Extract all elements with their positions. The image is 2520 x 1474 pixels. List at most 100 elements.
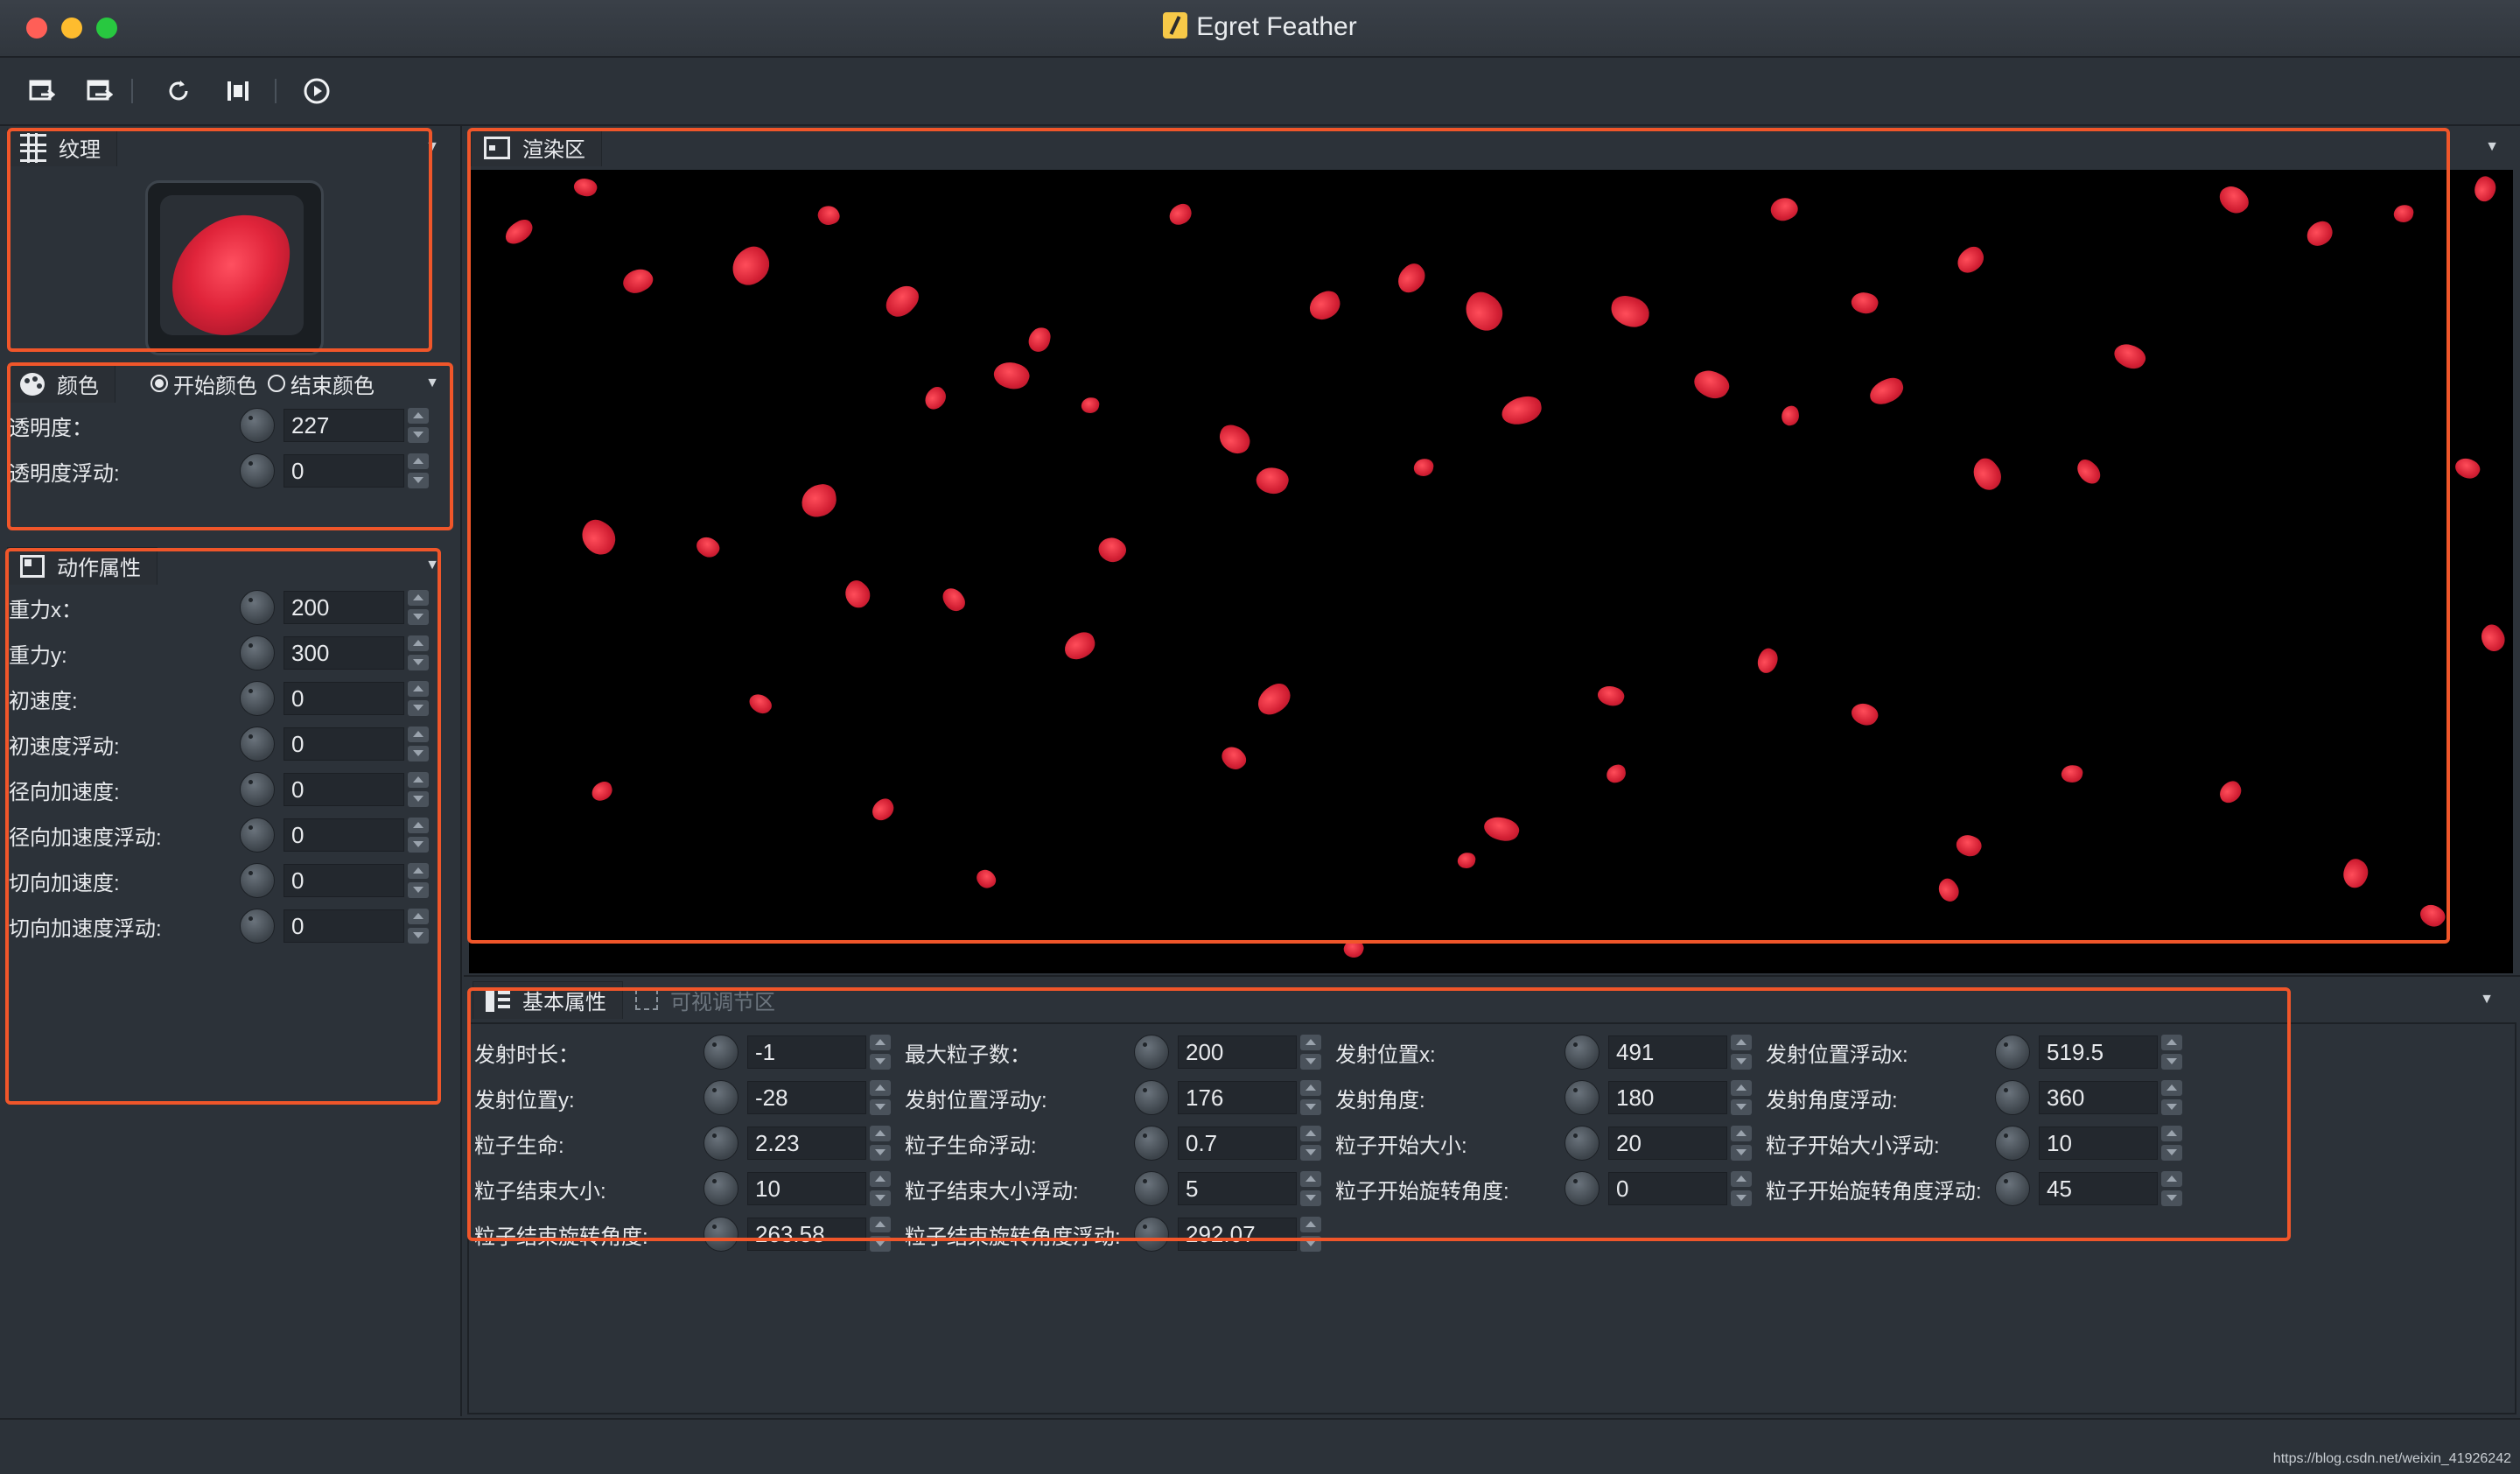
knob-dial[interactable]	[240, 909, 275, 944]
value-field[interactable]: 263.58	[747, 1218, 866, 1251]
spin-up-icon[interactable]	[1731, 1126, 1752, 1141]
knob-dial[interactable]	[240, 590, 275, 625]
knob-dial[interactable]	[240, 408, 275, 443]
spin-up-icon[interactable]	[408, 408, 429, 424]
radio-start-color[interactable]: 开始颜色	[150, 368, 257, 399]
spin-down-icon[interactable]	[1300, 1190, 1321, 1206]
fit-icon[interactable]	[222, 75, 254, 107]
value-field[interactable]: 200	[1178, 1035, 1297, 1069]
spin-up-icon[interactable]	[2161, 1126, 2182, 1141]
value-field[interactable]: 360	[2039, 1081, 2158, 1114]
knob-dial[interactable]	[240, 453, 275, 488]
spin-down-icon[interactable]	[2161, 1099, 2182, 1115]
render-canvas[interactable]	[469, 170, 2513, 973]
spin-up-icon[interactable]	[408, 635, 429, 651]
spin-up-icon[interactable]	[408, 863, 429, 879]
spin-up-icon[interactable]	[2161, 1080, 2182, 1096]
value-field[interactable]: 0	[284, 818, 404, 852]
spin-up-icon[interactable]	[408, 726, 429, 742]
value-field[interactable]: 227	[284, 409, 404, 442]
spin-down-icon[interactable]	[1731, 1099, 1752, 1115]
spin-down-icon[interactable]	[408, 882, 429, 898]
spin-buttons[interactable]	[1731, 1035, 1752, 1070]
value-field[interactable]: 0.7	[1178, 1127, 1297, 1160]
chevron-down-icon[interactable]: ▼	[425, 376, 439, 391]
value-field[interactable]: 180	[1608, 1081, 1727, 1114]
value-field[interactable]: 300	[284, 636, 404, 670]
value-field[interactable]: -28	[747, 1081, 866, 1114]
refresh-icon[interactable]	[163, 75, 194, 107]
spin-buttons[interactable]	[408, 590, 429, 625]
spin-buttons[interactable]	[870, 1171, 891, 1206]
spin-buttons[interactable]	[408, 726, 429, 762]
knob-dial[interactable]	[704, 1080, 738, 1115]
value-field[interactable]: 519.5	[2039, 1035, 2158, 1069]
spin-down-icon[interactable]	[870, 1054, 891, 1070]
knob-dial[interactable]	[1995, 1035, 2030, 1070]
knob-dial[interactable]	[1995, 1080, 2030, 1115]
spin-down-icon[interactable]	[1300, 1054, 1321, 1070]
spin-down-icon[interactable]	[408, 791, 429, 807]
spin-down-icon[interactable]	[408, 700, 429, 716]
knob-dial[interactable]	[704, 1035, 738, 1070]
value-field[interactable]: 491	[1608, 1035, 1727, 1069]
value-field[interactable]: 0	[284, 727, 404, 761]
knob-dial[interactable]	[1134, 1126, 1169, 1161]
spin-buttons[interactable]	[1731, 1126, 1752, 1161]
texture-preview[interactable]	[145, 180, 324, 355]
spin-buttons[interactable]	[870, 1217, 891, 1252]
knob-dial[interactable]	[240, 726, 275, 762]
tab-motion[interactable]: 动作属性	[7, 546, 158, 585]
spin-up-icon[interactable]	[870, 1217, 891, 1232]
spin-down-icon[interactable]	[2161, 1054, 2182, 1070]
spin-up-icon[interactable]	[1731, 1171, 1752, 1187]
spin-buttons[interactable]	[2161, 1171, 2182, 1206]
value-field[interactable]: 0	[1608, 1172, 1727, 1205]
spin-up-icon[interactable]	[1300, 1171, 1321, 1187]
spin-down-icon[interactable]	[870, 1145, 891, 1161]
knob-dial[interactable]	[1995, 1171, 2030, 1206]
spin-up-icon[interactable]	[1300, 1126, 1321, 1141]
value-field[interactable]: 20	[1608, 1127, 1727, 1160]
spin-buttons[interactable]	[2161, 1035, 2182, 1070]
spin-down-icon[interactable]	[870, 1236, 891, 1252]
spin-up-icon[interactable]	[408, 590, 429, 606]
knob-dial[interactable]	[1134, 1171, 1169, 1206]
spin-buttons[interactable]	[408, 408, 429, 443]
spin-buttons[interactable]	[408, 863, 429, 898]
spin-up-icon[interactable]	[870, 1035, 891, 1050]
knob-dial[interactable]	[704, 1126, 738, 1161]
spin-buttons[interactable]	[1300, 1035, 1321, 1070]
spin-down-icon[interactable]	[408, 837, 429, 853]
spin-buttons[interactable]	[870, 1080, 891, 1115]
spin-buttons[interactable]	[408, 635, 429, 670]
value-field[interactable]: -1	[747, 1035, 866, 1069]
spin-buttons[interactable]	[870, 1035, 891, 1070]
spin-up-icon[interactable]	[1731, 1080, 1752, 1096]
spin-down-icon[interactable]	[870, 1190, 891, 1206]
knob-dial[interactable]	[704, 1217, 738, 1252]
knob-dial[interactable]	[1134, 1080, 1169, 1115]
value-field[interactable]: 10	[747, 1172, 866, 1205]
spin-up-icon[interactable]	[408, 681, 429, 697]
value-field[interactable]: 0	[284, 454, 404, 488]
chevron-down-icon[interactable]: ▼	[425, 558, 439, 573]
spin-down-icon[interactable]	[408, 473, 429, 488]
value-field[interactable]: 45	[2039, 1172, 2158, 1205]
tab-texture[interactable]: 纹理	[7, 128, 117, 166]
chevron-down-icon[interactable]: ▼	[2480, 992, 2494, 1007]
spin-down-icon[interactable]	[408, 746, 429, 762]
spin-down-icon[interactable]	[1300, 1236, 1321, 1252]
value-field[interactable]: 0	[284, 864, 404, 897]
spin-up-icon[interactable]	[2161, 1035, 2182, 1050]
knob-dial[interactable]	[1564, 1171, 1600, 1206]
knob-dial[interactable]	[1564, 1035, 1600, 1070]
value-field[interactable]: 0	[284, 773, 404, 806]
spin-buttons[interactable]	[1300, 1217, 1321, 1252]
knob-dial[interactable]	[1564, 1080, 1600, 1115]
spin-down-icon[interactable]	[1731, 1054, 1752, 1070]
chevron-down-icon[interactable]: ▼	[425, 139, 439, 155]
tab-visual-adjust[interactable]: 可视调节区	[623, 981, 791, 1018]
spin-down-icon[interactable]	[1300, 1145, 1321, 1161]
spin-down-icon[interactable]	[870, 1099, 891, 1115]
